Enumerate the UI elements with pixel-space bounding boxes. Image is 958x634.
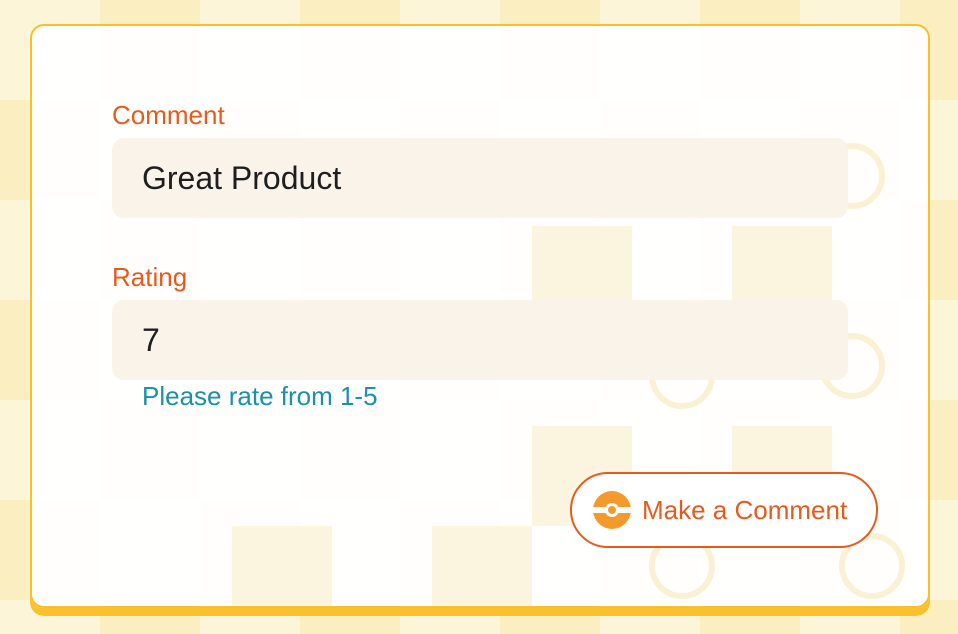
rating-input[interactable] xyxy=(112,300,848,380)
rating-label: Rating xyxy=(112,262,188,292)
make-comment-button[interactable]: Make a Comment xyxy=(570,472,878,548)
comment-label: Comment xyxy=(112,100,225,130)
rating-hint: Please rate from 1-5 xyxy=(142,381,378,411)
make-comment-label: Make a Comment xyxy=(642,494,848,525)
pokeball-icon xyxy=(593,491,631,529)
comment-form-card: Comment Rating Please rate from 1-5 Make… xyxy=(30,24,930,608)
comment-input[interactable] xyxy=(112,138,848,218)
